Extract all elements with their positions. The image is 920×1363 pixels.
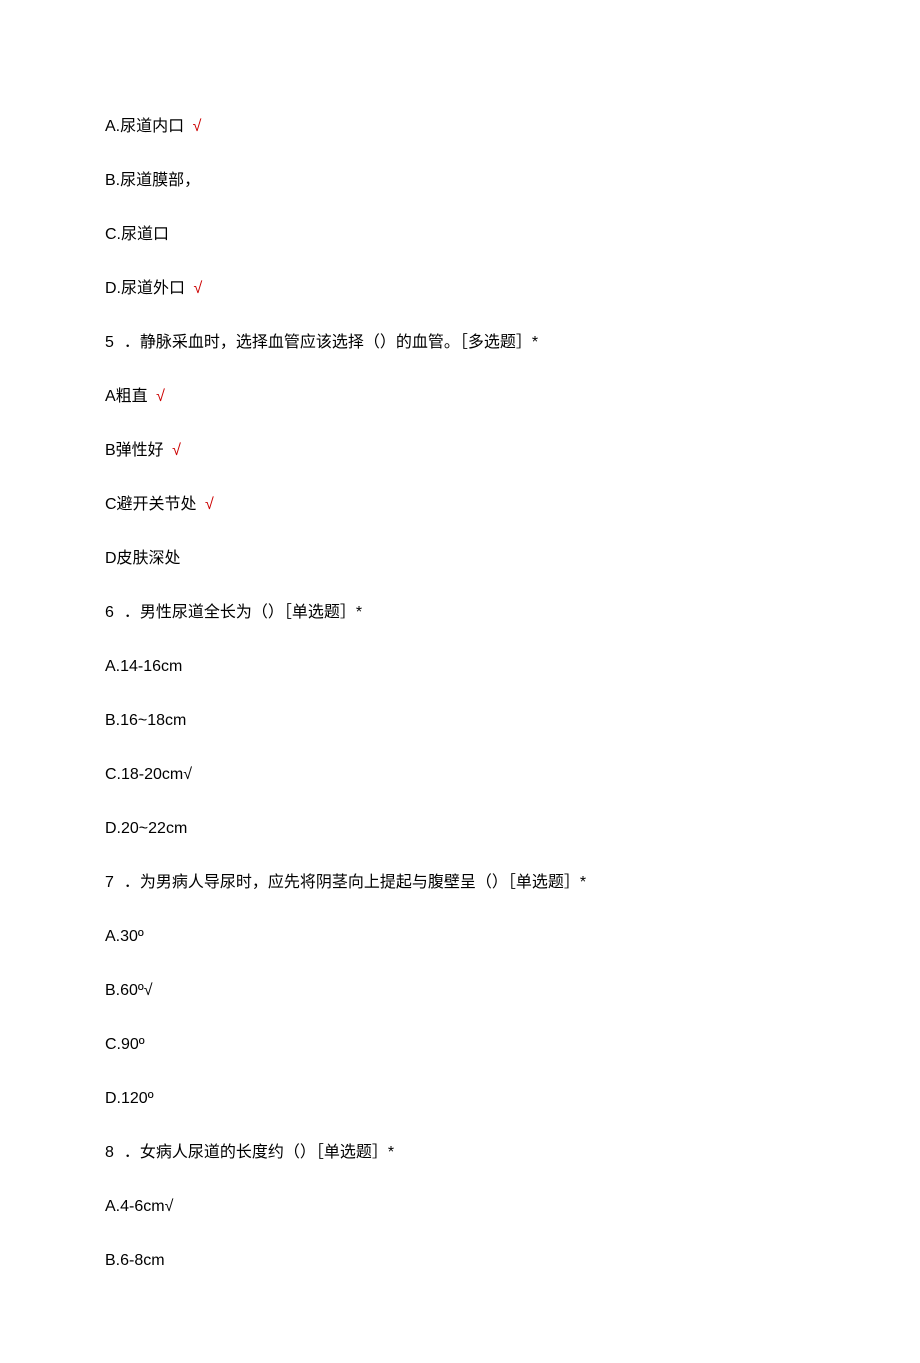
text-span: D皮肤深处 — [105, 550, 181, 567]
text-span: C.尿道口 — [105, 226, 169, 243]
question-number: 8 — [105, 1141, 114, 1165]
document-content: A.尿道内口 √ B.尿道膜部， C.尿道口 D.尿道外口 √ 5 ．静脉采血时，选择血管… — [105, 115, 815, 1273]
text-line: B.尿道膜部， — [105, 169, 815, 193]
text-line: A.尿道内口 √ — [105, 115, 815, 139]
text-span: B.尿道膜部， — [105, 172, 200, 189]
text-line: 6 ．男性尿道全长为（）［单选题］* — [105, 601, 815, 625]
text-line: C避开关节处 √ — [105, 493, 815, 517]
text-line: B.6-8cm — [105, 1249, 815, 1273]
text-line: B弹性好 √ — [105, 439, 815, 463]
text-span: B.16~18cm — [105, 712, 186, 729]
check-mark: √ — [189, 280, 202, 297]
question-number: 7 — [105, 871, 114, 895]
check-mark: √ — [168, 442, 181, 459]
check-mark: √ — [201, 496, 214, 513]
text-span: D.20~22cm — [105, 820, 187, 837]
text-span: C.90º — [105, 1036, 145, 1053]
text-span: A.尿道内口 — [105, 118, 189, 135]
text-span: B弹性好 — [105, 442, 164, 459]
text-line: C.90º — [105, 1033, 815, 1057]
text-line: D.120º — [105, 1087, 815, 1111]
text-span: ．静脉采血时，选择血管应该选择（）的血管。［多选题］* — [124, 334, 538, 351]
text-line: B.60º√ — [105, 979, 815, 1003]
text-line: A.30º — [105, 925, 815, 949]
text-line: B.16~18cm — [105, 709, 815, 733]
text-span: C避开关节处 — [105, 496, 197, 513]
text-line: 7 ．为男病人导尿时，应先将阴茎向上提起与腹壁呈（）［单选题］* — [105, 871, 815, 895]
text-span: D.尿道外口 — [105, 280, 185, 297]
text-span: B.6-8cm — [105, 1252, 165, 1269]
text-line: A.14-16cm — [105, 655, 815, 679]
text-span: ．女病人尿道的长度约（）［单选题］* — [124, 1144, 394, 1161]
text-line: C.尿道口 — [105, 223, 815, 247]
text-span: C.18-20cm√ — [105, 766, 192, 783]
text-span: B.60º√ — [105, 982, 153, 999]
question-number: 5 — [105, 331, 114, 355]
text-span: A粗直 — [105, 388, 148, 405]
check-mark: √ — [152, 388, 165, 405]
text-line: D.尿道外口 √ — [105, 277, 815, 301]
text-span: A.30º — [105, 928, 144, 945]
text-line: D.20~22cm — [105, 817, 815, 841]
text-line: C.18-20cm√ — [105, 763, 815, 787]
text-line: A.4-6cm√ — [105, 1195, 815, 1219]
text-line: D皮肤深处 — [105, 547, 815, 571]
text-span: A.4-6cm√ — [105, 1198, 173, 1215]
text-line: 5 ．静脉采血时，选择血管应该选择（）的血管。［多选题］* — [105, 331, 815, 355]
text-line: A粗直 √ — [105, 385, 815, 409]
text-span: ．为男病人导尿时，应先将阴茎向上提起与腹壁呈（）［单选题］* — [124, 874, 586, 891]
text-span: D.120º — [105, 1090, 154, 1107]
question-number: 6 — [105, 601, 114, 625]
text-line: 8 ．女病人尿道的长度约（）［单选题］* — [105, 1141, 815, 1165]
text-span: A.14-16cm — [105, 658, 182, 675]
check-mark: √ — [193, 118, 202, 135]
text-span: ．男性尿道全长为（）［单选题］* — [124, 604, 362, 621]
